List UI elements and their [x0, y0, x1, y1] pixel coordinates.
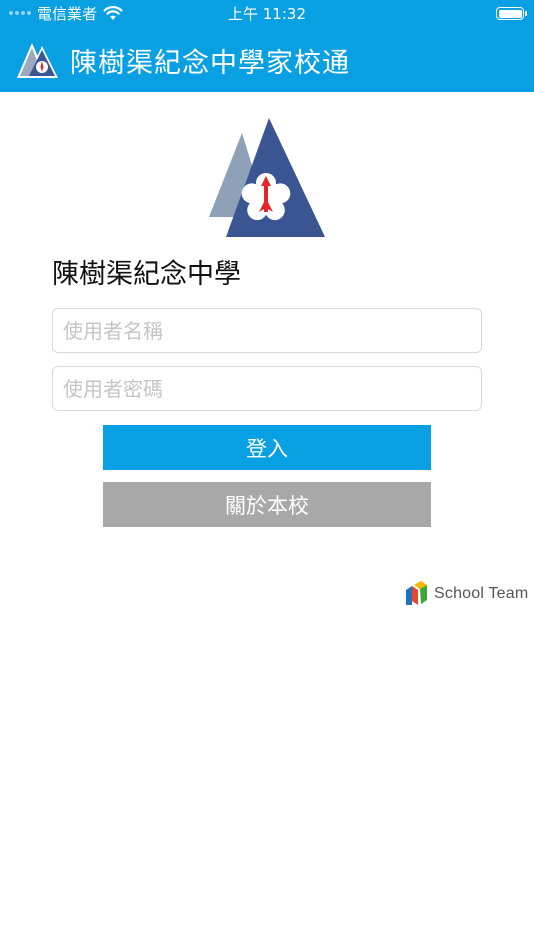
password-input[interactable]: [52, 366, 482, 411]
about-school-button[interactable]: 關於本校: [103, 482, 431, 527]
school-team-branding: School Team: [404, 580, 528, 607]
app-title: 陳樹渠紀念中學家校通: [70, 48, 350, 79]
status-time: 上午 11:32: [228, 5, 306, 23]
school-team-logo-icon: [406, 581, 427, 605]
school-name: 陳樹渠紀念中學: [52, 259, 241, 290]
login-button[interactable]: 登入: [103, 425, 431, 470]
nav-bar: 陳樹渠紀念中學家校通: [0, 27, 534, 92]
school-logo-icon: [17, 43, 58, 78]
school-team-name: School Team: [434, 584, 529, 602]
school-crest-icon: [209, 118, 325, 237]
battery-icon: [496, 7, 527, 20]
username-input[interactable]: [52, 308, 482, 353]
status-bar: 電信業者 上午 11:32: [0, 0, 534, 27]
